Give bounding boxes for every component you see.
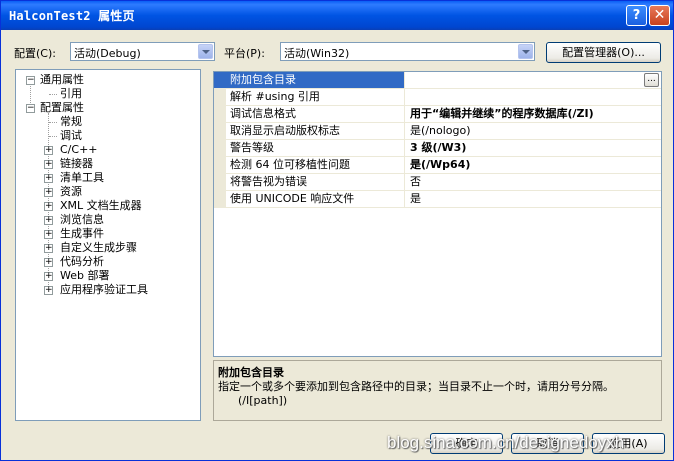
property-row[interactable]: 取消显示启动版权标志 是(/nologo) — [214, 123, 661, 140]
tree-item-references[interactable]: 引用 — [60, 87, 82, 101]
tree-line — [49, 136, 57, 137]
property-row[interactable]: 使用 UNICODE 响应文件 是 — [214, 191, 661, 208]
expand-icon[interactable]: + — [44, 216, 53, 225]
title-bar[interactable]: HalconTest2 属性页 ? ✕ — [1, 1, 673, 30]
collapse-icon[interactable]: − — [26, 76, 35, 85]
tree-item-linker[interactable]: 链接器 — [60, 157, 93, 171]
property-value[interactable]: 3 级(/W3) — [407, 140, 661, 156]
description-title: 附加包含目录 — [218, 366, 284, 379]
expand-icon[interactable]: + — [44, 160, 53, 169]
config-select[interactable]: 活动(Debug) — [70, 42, 215, 61]
property-name[interactable]: 调试信息格式 — [214, 106, 405, 122]
help-button[interactable]: ? — [626, 5, 647, 26]
close-button[interactable]: ✕ — [649, 5, 670, 26]
property-tree[interactable]: − 通用属性 引用 − 配置属性 常规 调试 + C/C++ + 链接器 + 清… — [15, 69, 201, 421]
config-select-value: 活动(Debug) — [74, 47, 141, 60]
property-value[interactable]: 是 — [407, 191, 661, 207]
tree-item-app-verifier[interactable]: 应用程序验证工具 — [60, 283, 148, 297]
expand-icon[interactable]: + — [44, 174, 53, 183]
property-row[interactable]: 检测 64 位可移植性问题 是(/Wp64) — [214, 157, 661, 174]
expand-icon[interactable]: + — [44, 230, 53, 239]
property-name[interactable]: 使用 UNICODE 响应文件 — [214, 191, 405, 207]
property-name[interactable]: 附加包含目录 — [214, 72, 405, 88]
property-name[interactable]: 解析 #using 引用 — [214, 89, 405, 105]
property-value[interactable]: 用于“编辑并继续”的程序数据库(/ZI) — [407, 106, 661, 122]
tree-item-build-events[interactable]: 生成事件 — [60, 227, 104, 241]
expand-icon[interactable]: + — [44, 146, 53, 155]
expand-icon[interactable]: + — [44, 244, 53, 253]
property-name[interactable]: 将警告视为错误 — [214, 174, 405, 190]
property-name[interactable]: 取消显示启动版权标志 — [214, 123, 405, 139]
config-label: 配置(C): — [14, 47, 56, 60]
chevron-down-icon[interactable] — [198, 44, 213, 59]
tree-line — [49, 122, 57, 123]
collapse-icon[interactable]: − — [26, 104, 35, 113]
description-switch: (/I[path]) — [238, 394, 288, 407]
expand-icon[interactable]: + — [44, 272, 53, 281]
tree-item-xml-doc[interactable]: XML 文档生成器 — [60, 199, 142, 213]
tree-item-cpp[interactable]: C/C++ — [60, 143, 98, 157]
property-value[interactable]: 是(/Wp64) — [407, 157, 661, 173]
property-row[interactable]: 附加包含目录 ... — [214, 72, 661, 89]
property-row[interactable]: 调试信息格式 用于“编辑并继续”的程序数据库(/ZI) — [214, 106, 661, 123]
tree-item-config-props[interactable]: 配置属性 — [40, 101, 84, 115]
expand-icon[interactable]: + — [44, 286, 53, 295]
chevron-down-icon[interactable] — [518, 44, 533, 59]
platform-select[interactable]: 活动(Win32) — [280, 42, 535, 61]
tree-item-code-analysis[interactable]: 代码分析 — [60, 255, 104, 269]
description-panel: 附加包含目录 指定一个或多个要添加到包含路径中的目录；当目录不止一个时，请用分号… — [213, 360, 662, 421]
config-manager-button[interactable]: 配置管理器(O)... — [546, 42, 661, 63]
property-row[interactable]: 解析 #using 引用 — [214, 89, 661, 106]
browse-ellipsis-button[interactable]: ... — [644, 73, 659, 87]
tree-item-manifest[interactable]: 清单工具 — [60, 171, 104, 185]
tree-line — [30, 83, 31, 103]
tree-item-web-deploy[interactable]: Web 部署 — [60, 269, 109, 283]
expand-icon[interactable]: + — [44, 188, 53, 197]
tree-item-general[interactable]: 通用属性 — [40, 73, 84, 87]
tree-item-debugging[interactable]: 调试 — [60, 129, 82, 143]
tree-item-resources[interactable]: 资源 — [60, 185, 82, 199]
tree-item-browse[interactable]: 浏览信息 — [60, 213, 104, 227]
property-row[interactable]: 警告等级 3 级(/W3) — [214, 140, 661, 157]
property-value[interactable]: 是(/nologo) — [407, 123, 661, 139]
tree-item-general-sub[interactable]: 常规 — [60, 115, 82, 129]
properties-dialog: HalconTest2 属性页 ? ✕ 配置(C): 活动(Debug) 平台(… — [0, 0, 674, 461]
platform-select-value: 活动(Win32) — [284, 47, 350, 60]
tree-line — [49, 94, 57, 95]
platform-label: 平台(P): — [224, 47, 265, 60]
expand-icon[interactable]: + — [44, 258, 53, 267]
property-name[interactable]: 警告等级 — [214, 140, 405, 156]
property-name[interactable]: 检测 64 位可移植性问题 — [214, 157, 405, 173]
property-value[interactable] — [407, 89, 661, 105]
property-grid[interactable]: 附加包含目录 ... 解析 #using 引用 调试信息格式 用于“编辑并继续”… — [213, 71, 662, 357]
tree-item-custom-build[interactable]: 自定义生成步骤 — [60, 241, 137, 255]
property-value[interactable] — [407, 72, 661, 88]
expand-icon[interactable]: + — [44, 202, 53, 211]
window-title: HalconTest2 属性页 — [9, 9, 135, 23]
property-row[interactable]: 将警告视为错误 否 — [214, 174, 661, 191]
watermark-text: blog.sina.com.cn/designedoyxh — [387, 433, 625, 452]
description-text: 指定一个或多个要添加到包含路径中的目录；当目录不止一个时，请用分号分隔。 — [218, 380, 614, 393]
property-value[interactable]: 否 — [407, 174, 661, 190]
